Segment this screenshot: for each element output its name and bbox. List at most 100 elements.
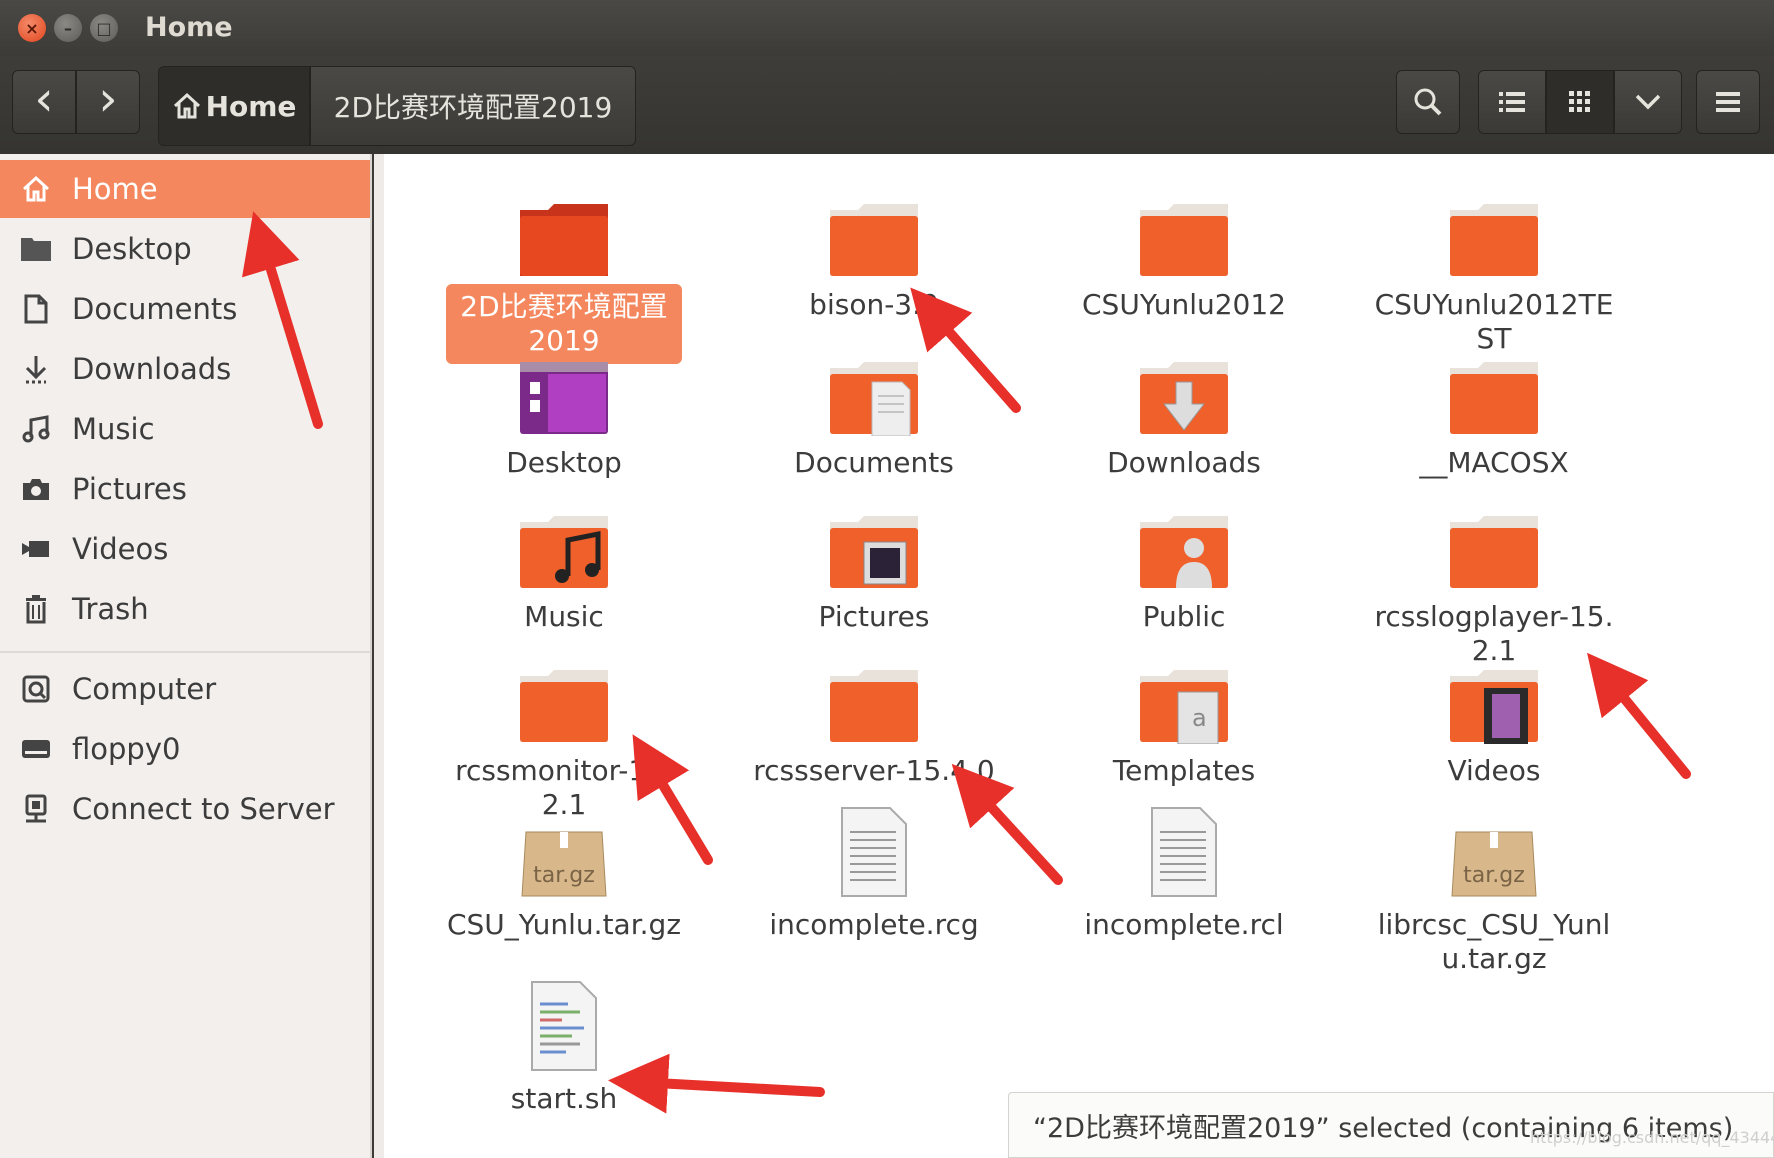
camera-icon xyxy=(0,476,72,502)
file-item[interactable]: bison-3.0 xyxy=(744,178,1004,326)
breadcrumb-home-label: Home xyxy=(205,89,297,123)
sidebar-item-label: Videos xyxy=(72,532,169,566)
list-view-icon xyxy=(1499,92,1525,112)
sidebar-item-label: Desktop xyxy=(72,232,192,266)
close-icon: × xyxy=(25,18,39,38)
archive-label: tar.gz xyxy=(533,863,595,888)
chevron-right-icon: › xyxy=(98,71,118,127)
file-item[interactable]: Public xyxy=(1054,490,1314,638)
sidebar-item-label: Computer xyxy=(72,672,217,706)
drive-icon xyxy=(0,738,72,760)
window-title: Home xyxy=(145,12,233,43)
view-options-button[interactable] xyxy=(1614,70,1682,134)
sidebar-item-trash[interactable]: Trash xyxy=(0,580,370,638)
file-item[interactable]: Pictures xyxy=(744,490,1004,638)
trash-icon xyxy=(0,594,72,624)
sidebar-item-label: Trash xyxy=(72,592,149,626)
pictures-folder-icon xyxy=(830,516,918,588)
folder-icon xyxy=(520,670,608,742)
download-icon xyxy=(0,354,72,384)
file-item[interactable]: rcssserver-15.4.0 xyxy=(744,644,1004,792)
sidebar-item-label: Downloads xyxy=(72,352,232,386)
maximize-window-button[interactable]: □ xyxy=(90,14,118,42)
breadcrumb-current[interactable]: 2D比赛环境配置2019 xyxy=(310,66,636,146)
chevron-down-icon xyxy=(1635,94,1661,110)
home-icon xyxy=(173,92,200,119)
server-icon xyxy=(0,794,72,824)
archive-icon: tar.gz xyxy=(521,831,607,897)
file-item[interactable]: CSUYunlu2012TEST xyxy=(1364,178,1624,360)
sidebar: Home Desktop Documents Downloads Music P… xyxy=(0,154,372,1158)
status-bar: “2D比赛环境配置2019” selected (containing 6 it… xyxy=(1008,1092,1774,1158)
documents-folder-icon xyxy=(830,362,918,436)
sidebar-item-documents[interactable]: Documents xyxy=(0,280,370,338)
file-item[interactable]: Downloads xyxy=(1054,336,1314,484)
file-item[interactable]: Desktop xyxy=(434,336,694,484)
folder-icon xyxy=(830,204,918,276)
folder-icon xyxy=(520,204,608,276)
file-name: Templates xyxy=(1112,754,1256,787)
back-button[interactable]: ‹ xyxy=(12,70,76,134)
file-item[interactable]: Documents xyxy=(744,336,1004,484)
file-item[interactable]: Music xyxy=(434,490,694,638)
file-name: incomplete.rcg xyxy=(769,908,979,941)
desktop-folder-icon xyxy=(520,362,608,434)
file-item[interactable]: start.sh xyxy=(434,972,694,1120)
minimize-icon: – xyxy=(64,18,72,38)
file-name: bison-3.0 xyxy=(809,288,939,321)
file-name: Videos xyxy=(1447,754,1541,787)
videos-folder-icon xyxy=(1450,670,1538,744)
title-bar: × – □ Home xyxy=(0,0,1774,56)
document-icon xyxy=(0,294,72,324)
grid-view-button[interactable] xyxy=(1546,70,1614,134)
downloads-folder-icon xyxy=(1140,362,1228,434)
chevron-left-icon: ‹ xyxy=(34,71,54,127)
close-window-button[interactable]: × xyxy=(18,14,46,42)
file-name: Public xyxy=(1142,600,1226,633)
sidebar-item-music[interactable]: Music xyxy=(0,400,370,458)
sidebar-item-downloads[interactable]: Downloads xyxy=(0,340,370,398)
file-name: Music xyxy=(524,600,604,633)
sidebar-item-pictures[interactable]: Pictures xyxy=(0,460,370,518)
folder-icon xyxy=(1140,204,1228,276)
file-item[interactable]: incomplete.rcg xyxy=(744,798,1004,946)
templates-folder-icon: a xyxy=(1140,670,1228,744)
file-item[interactable]: incomplete.rcl xyxy=(1054,798,1314,946)
sidebar-separator xyxy=(0,651,370,653)
list-view-button[interactable] xyxy=(1478,70,1546,134)
file-item[interactable]: tar.gz librcsc_CSU_Yunlu.tar.gz xyxy=(1364,798,1624,980)
file-item[interactable]: CSUYunlu2012 xyxy=(1054,178,1314,326)
watermark: https://blog.csdn.net/qq_43444767 xyxy=(1530,1128,1774,1147)
svg-text:a: a xyxy=(1192,704,1207,732)
computer-icon xyxy=(0,675,72,703)
archive-label: tar.gz xyxy=(1463,863,1525,888)
file-name: rcssserver-15.4.0 xyxy=(753,754,995,787)
search-icon xyxy=(1414,88,1442,116)
hamburger-menu-icon xyxy=(1716,92,1740,112)
archive-icon: tar.gz xyxy=(1451,831,1537,897)
file-name: __MACOSX xyxy=(1419,446,1569,479)
app-menu-button[interactable] xyxy=(1696,70,1760,134)
file-item[interactable]: __MACOSX xyxy=(1364,336,1624,484)
sidebar-item-home[interactable]: Home xyxy=(0,160,370,218)
minimize-window-button[interactable]: – xyxy=(54,14,82,42)
search-button[interactable] xyxy=(1396,70,1460,134)
file-name: librcsc_CSU_Yunlu.tar.gz xyxy=(1377,908,1611,975)
breadcrumb-home[interactable]: Home xyxy=(158,66,310,146)
file-name: incomplete.rcl xyxy=(1084,908,1284,941)
file-item[interactable]: Videos xyxy=(1364,644,1624,792)
toolbar: ‹ › Home 2D比赛环境配置2019 xyxy=(0,56,1774,154)
file-item[interactable]: tar.gz CSU_Yunlu.tar.gz xyxy=(434,798,694,946)
sidebar-item-desktop[interactable]: Desktop xyxy=(0,220,370,278)
folder-icon xyxy=(830,670,918,742)
sidebar-item-label: floppy0 xyxy=(72,732,181,766)
file-name: CSU_Yunlu.tar.gz xyxy=(446,908,682,941)
sidebar-item-computer[interactable]: Computer xyxy=(0,660,370,718)
file-name: Desktop xyxy=(506,446,622,479)
sidebar-item-connect-to-server[interactable]: Connect to Server xyxy=(0,780,370,838)
forward-button[interactable]: › xyxy=(76,70,140,134)
sidebar-item-videos[interactable]: Videos xyxy=(0,520,370,578)
maximize-icon: □ xyxy=(96,18,112,38)
file-item[interactable]: a Templates xyxy=(1054,644,1314,792)
sidebar-item-floppy0[interactable]: floppy0 xyxy=(0,720,370,778)
